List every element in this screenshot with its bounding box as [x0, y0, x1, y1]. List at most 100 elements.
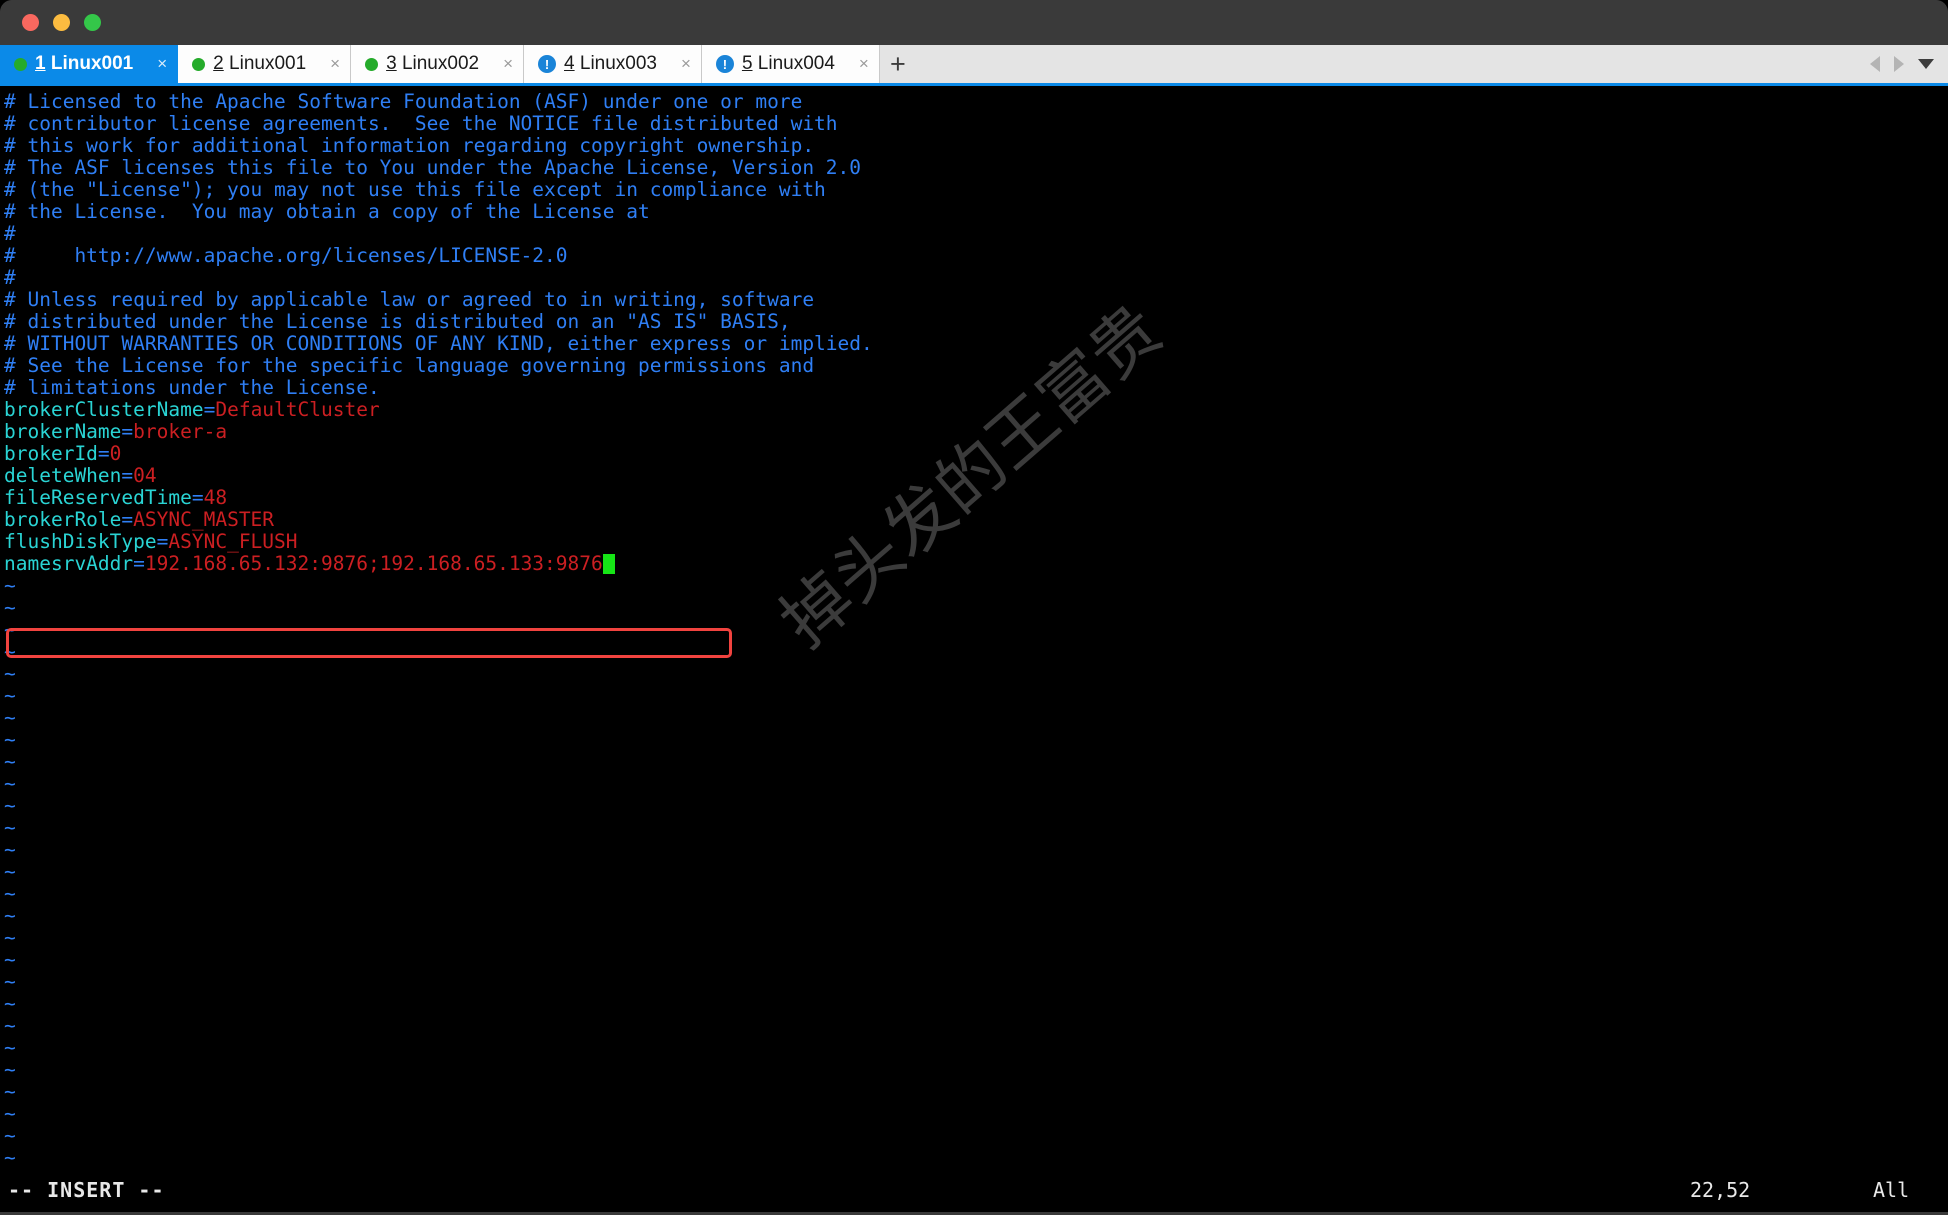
- comment-text: # contributor license agreements. See th…: [4, 112, 838, 135]
- editor-mode-indicator: -- INSERT --: [8, 1178, 165, 1202]
- window-titlebar: [0, 0, 1948, 45]
- comment-text: # this work for additional information r…: [4, 134, 815, 157]
- comment-text: # (the "License"); you may not use this …: [4, 178, 826, 201]
- comment-line: # the License. You may obtain a copy of …: [4, 201, 1948, 223]
- close-icon[interactable]: ×: [141, 54, 167, 74]
- tab-index: 2: [213, 53, 224, 74]
- empty-line-marker: ~: [4, 1081, 1948, 1103]
- comment-text: #: [4, 222, 16, 245]
- minimize-window-icon[interactable]: [53, 14, 70, 31]
- empty-line-marker: ~: [4, 971, 1948, 993]
- config-value: broker-a: [133, 420, 228, 443]
- equals-sign: =: [203, 398, 216, 421]
- tilde-glyph: ~: [4, 1124, 16, 1147]
- tilde-glyph: ~: [4, 882, 16, 905]
- vim-editor-buffer[interactable]: # Licensed to the Apache Software Founda…: [0, 86, 1948, 1169]
- session-tabbar: 1 Linux001 × 2 Linux001 × 3 Linux002 × !…: [0, 45, 1948, 86]
- comment-text: # WITHOUT WARRANTIES OR CONDITIONS OF AN…: [4, 332, 873, 355]
- empty-line-marker: ~: [4, 993, 1948, 1015]
- config-line: brokerName=broker-a: [4, 421, 1948, 443]
- connection-status-icon: [14, 57, 27, 71]
- comment-line: #: [4, 267, 1948, 289]
- sidebar-item-tab-2[interactable]: 2 Linux001 ×: [178, 45, 352, 83]
- empty-line-marker: ~: [4, 1037, 1948, 1059]
- config-key: namesrvAddr: [4, 552, 134, 575]
- equals-sign: =: [121, 420, 134, 443]
- close-icon[interactable]: ×: [843, 54, 869, 74]
- tilde-glyph: ~: [4, 728, 16, 751]
- tab-name: Linux002: [401, 53, 480, 74]
- tab-label: 3 Linux002: [386, 53, 479, 75]
- tab-name: Linux004: [757, 53, 835, 74]
- close-icon[interactable]: ×: [487, 54, 513, 74]
- chevron-left-icon[interactable]: [1870, 56, 1880, 72]
- tab-index: 4: [564, 53, 575, 74]
- empty-line-marker: ~: [4, 795, 1948, 817]
- empty-line-marker: ~: [4, 707, 1948, 729]
- tab-name: Linux003: [579, 53, 657, 74]
- empty-line-marker: ~: [4, 949, 1948, 971]
- tilde-glyph: ~: [4, 794, 16, 817]
- empty-line-marker: ~: [4, 861, 1948, 883]
- tilde-glyph: ~: [4, 662, 16, 685]
- tab-label: 2 Linux001: [213, 53, 306, 75]
- comment-line: #: [4, 223, 1948, 245]
- tab-label: 5 Linux004: [742, 53, 835, 75]
- empty-line-marker: ~: [4, 575, 1948, 597]
- sidebar-item-tab-4[interactable]: ! 4 Linux003 ×: [524, 45, 702, 83]
- tilde-glyph: ~: [4, 1102, 16, 1125]
- connection-status-icon: [192, 57, 206, 71]
- empty-line-marker: ~: [4, 1125, 1948, 1147]
- tabbar-navigation: [1870, 45, 1948, 83]
- equals-sign: =: [121, 464, 134, 487]
- tilde-glyph: ~: [4, 750, 16, 773]
- chevron-down-icon[interactable]: [1918, 59, 1934, 69]
- sidebar-item-tab-3[interactable]: 3 Linux002 ×: [351, 45, 525, 83]
- tilde-glyph: ~: [4, 970, 16, 993]
- comment-line: # this work for additional information r…: [4, 135, 1948, 157]
- config-line: brokerId=0: [4, 443, 1948, 465]
- tilde-glyph: ~: [4, 1014, 16, 1037]
- equals-sign: =: [156, 530, 169, 553]
- vim-status-line: -- INSERT -- 22,52 All: [0, 1168, 1948, 1212]
- tilde-glyph: ~: [4, 574, 16, 597]
- config-value: 0: [109, 442, 122, 465]
- tilde-glyph: ~: [4, 816, 16, 839]
- sidebar-item-tab-1[interactable]: 1 Linux001 ×: [0, 45, 179, 83]
- close-icon[interactable]: ×: [665, 54, 691, 74]
- config-value: ASYNC_FLUSH: [168, 530, 298, 553]
- new-tab-button[interactable]: +: [879, 45, 916, 83]
- empty-line-marker: ~: [4, 1147, 1948, 1169]
- connection-status-icon: [365, 57, 379, 71]
- config-key: fileReservedTime: [4, 486, 192, 509]
- terminal-content[interactable]: # Licensed to the Apache Software Founda…: [0, 86, 1948, 1212]
- tilde-glyph: ~: [4, 596, 16, 619]
- tilde-glyph: ~: [4, 904, 16, 927]
- window-controls: [22, 14, 101, 31]
- comment-text: # distributed under the License is distr…: [4, 310, 791, 333]
- chevron-right-icon[interactable]: [1894, 56, 1904, 72]
- sidebar-item-tab-5[interactable]: ! 5 Linux004 ×: [701, 45, 880, 83]
- config-line: flushDiskType=ASYNC_FLUSH: [4, 531, 1948, 553]
- comment-text: # See the License for the specific langu…: [4, 354, 815, 377]
- empty-line-marker: ~: [4, 839, 1948, 861]
- empty-line-marker: ~: [4, 817, 1948, 839]
- tab-name: Linux001: [50, 53, 134, 74]
- config-value: 192.168.65.132:9876;192.168.65.133:9876: [144, 552, 603, 575]
- comment-line: # See the License for the specific langu…: [4, 355, 1948, 377]
- tilde-glyph: ~: [4, 926, 16, 949]
- close-icon[interactable]: ×: [314, 54, 340, 74]
- comment-line: # distributed under the License is distr…: [4, 311, 1948, 333]
- empty-line-marker: ~: [4, 1015, 1948, 1037]
- config-line: brokerClusterName=DefaultCluster: [4, 399, 1948, 421]
- empty-line-marker: ~: [4, 685, 1948, 707]
- maximize-window-icon[interactable]: [84, 14, 101, 31]
- config-value: ASYNC_MASTER: [133, 508, 275, 531]
- tilde-glyph: ~: [4, 640, 16, 663]
- tilde-glyph: ~: [4, 684, 16, 707]
- close-window-icon[interactable]: [22, 14, 39, 31]
- comment-text: # http://www.apache.org/licenses/LICENSE…: [4, 244, 568, 267]
- empty-line-marker: ~: [4, 773, 1948, 795]
- config-line: brokerRole=ASYNC_MASTER: [4, 509, 1948, 531]
- comment-text: #: [4, 266, 16, 289]
